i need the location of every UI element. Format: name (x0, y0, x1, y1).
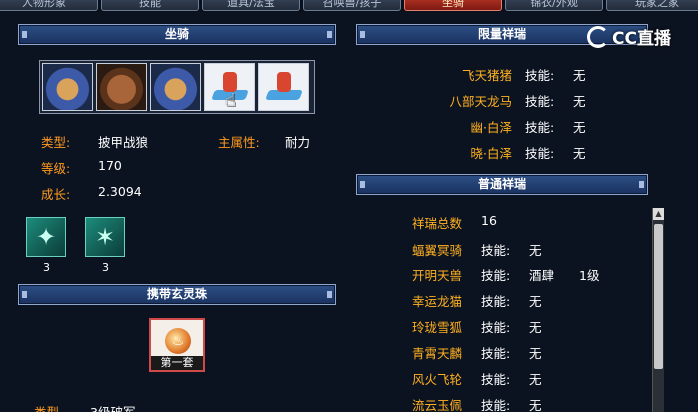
common-name-2: 开明天兽 (412, 268, 463, 283)
common-skill-value-3: 无 (529, 294, 542, 309)
common-panel-header: 普通祥瑞 (356, 174, 648, 195)
tab-appearance[interactable]: 人物形象 (0, 0, 98, 11)
rare-skill-label-2: 技能: (525, 94, 555, 109)
rare-skill-label-3: 技能: (525, 120, 555, 135)
growth-label: 成长: (41, 187, 71, 202)
common-skill-label-3: 技能: (481, 294, 511, 309)
rare-skill-value-3: 无 (573, 120, 586, 135)
common-name-3: 幸运龙猫 (412, 294, 463, 309)
cc-logo-icon (587, 25, 609, 48)
main-attr-value: 耐力 (285, 135, 311, 150)
level-label: 等级: (41, 161, 71, 176)
type-label: 类型: (41, 135, 71, 150)
rare-name-3: 幽·白泽 (470, 120, 512, 135)
orb-icon: ♨ (165, 328, 191, 354)
level-value: 170 (98, 158, 122, 173)
common-skill-level-2: 1级 (579, 268, 600, 283)
growth-value: 2.3094 (98, 184, 142, 199)
orb-panel-header: 携带玄灵珠 (18, 284, 336, 305)
orb-slot-caption: 第一套 (151, 356, 203, 370)
rare-skill-value-2: 无 (573, 94, 586, 109)
common-name-1: 蝠翼冥骑 (412, 243, 463, 258)
skill-count-1: 3 (43, 261, 50, 274)
common-skill-label-7: 技能: (481, 398, 511, 412)
tab-bar: 人物形象 技能 道具/法宝 召唤兽/孩子 坐骑 锦衣/外观 玩家之家 (0, 0, 698, 12)
common-skill-value-2: 酒肆 (529, 268, 555, 283)
common-skill-value-7: 无 (529, 398, 542, 412)
tab-pets[interactable]: 召唤兽/孩子 (303, 0, 401, 11)
common-skill-value-4: 无 (529, 320, 542, 335)
tab-items[interactable]: 道具/法宝 (202, 0, 300, 11)
rare-name-4: 晓·白泽 (470, 146, 512, 161)
common-total-value: 16 (481, 213, 497, 228)
mount-slot-scooter-2[interactable] (258, 63, 309, 111)
orb-slot[interactable]: ♨ 第一套 (149, 318, 205, 372)
hand-cursor-icon: ☝ (225, 90, 236, 111)
main-attr-label: 主属性: (218, 135, 260, 150)
mount-list (39, 60, 315, 114)
rare-name-1: 飞天猪猪 (461, 68, 512, 83)
common-skill-label-2: 技能: (481, 268, 511, 283)
mount-panel-header: 坐骑 (18, 24, 336, 45)
common-total-label: 祥瑞总数 (412, 216, 463, 231)
mount-slot-wolf-2[interactable] (150, 63, 201, 111)
rare-skill-label-4: 技能: (525, 146, 555, 161)
tab-skills[interactable]: 技能 (101, 0, 199, 11)
tab-outfits[interactable]: 锦衣/外观 (505, 0, 603, 11)
watermark-text: CC直播 (612, 29, 671, 49)
common-skill-label-6: 技能: (481, 372, 511, 387)
claw-emblem-icon[interactable]: ✶ (85, 217, 125, 257)
rare-skill-value-4: 无 (573, 146, 586, 161)
wolf-emblem-icon[interactable]: ✦ (26, 217, 66, 257)
common-name-6: 风火飞轮 (412, 372, 463, 387)
tab-mount[interactable]: 坐骑 (404, 0, 502, 11)
type-value: 披甲战狼 (98, 135, 149, 150)
mount-slot-capybara[interactable] (96, 63, 147, 111)
orb-type-value: 3级破军 (90, 402, 135, 412)
common-name-5: 青霄天麟 (412, 346, 463, 361)
common-list-scrollbar[interactable]: ▲ (652, 208, 664, 412)
mount-slot-wolf[interactable] (42, 63, 93, 111)
common-skill-value-1: 无 (529, 243, 542, 258)
common-skill-label-1: 技能: (481, 243, 511, 258)
common-skill-label-5: 技能: (481, 346, 511, 361)
tab-home[interactable]: 玩家之家 (606, 0, 698, 11)
common-name-4: 玲珑雪狐 (412, 320, 463, 335)
cc-watermark: CC直播 (587, 24, 671, 49)
common-skill-value-6: 无 (529, 372, 542, 387)
rare-skill-label-1: 技能: (525, 68, 555, 83)
orb-type-label: 类型 (34, 402, 59, 412)
scroll-up-icon[interactable]: ▲ (653, 208, 664, 220)
scroll-thumb[interactable] (654, 224, 663, 369)
skill-count-2: 3 (102, 261, 109, 274)
common-skill-label-4: 技能: (481, 320, 511, 335)
common-skill-value-5: 无 (529, 346, 542, 361)
rare-name-2: 八部天龙马 (449, 94, 512, 109)
common-name-7: 流云玉佩 (412, 398, 463, 412)
rare-skill-value-1: 无 (573, 68, 586, 83)
